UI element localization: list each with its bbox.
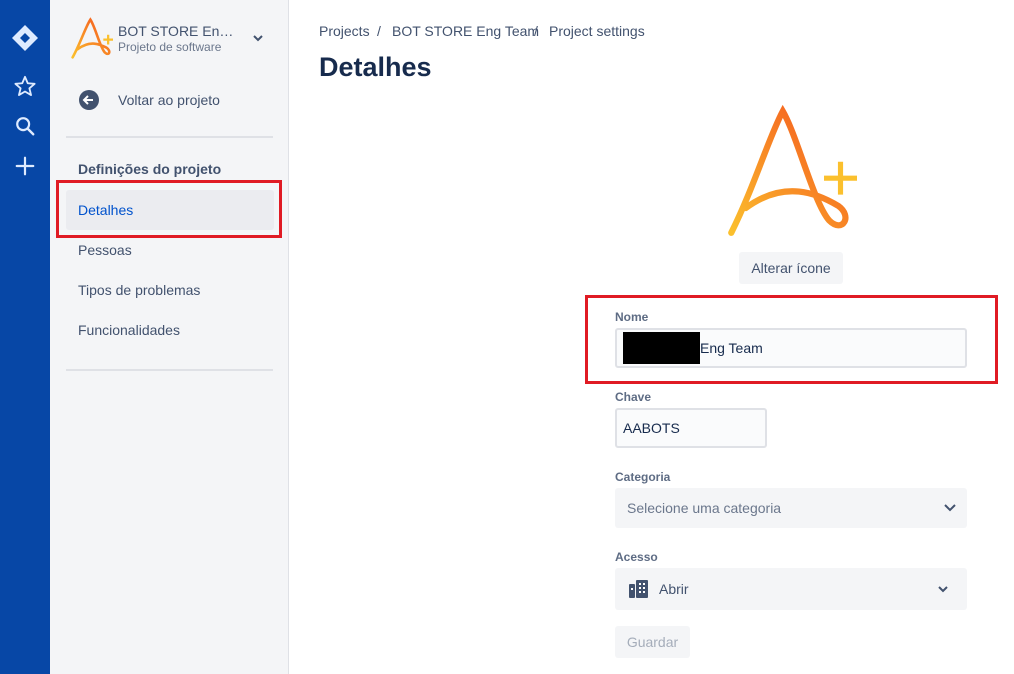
project-avatar[interactable] <box>70 17 114 59</box>
breadcrumb-separator: / <box>534 23 538 39</box>
project-icon <box>728 105 857 236</box>
project-name: BOT STORE En… <box>118 23 234 39</box>
chevron-down-icon <box>944 504 956 512</box>
breadcrumb-settings[interactable]: Project settings <box>549 23 645 39</box>
sidebar-item-funcionalidades[interactable]: Funcionalidades <box>66 310 274 350</box>
plus-icon[interactable] <box>5 150 45 182</box>
back-label: Voltar ao projeto <box>118 92 220 108</box>
divider <box>66 136 273 138</box>
category-select[interactable]: Selecione uma categoria <box>615 488 967 528</box>
redaction <box>623 332 700 364</box>
category-placeholder: Selecione uma categoria <box>627 500 782 516</box>
key-label: Chave <box>615 390 652 404</box>
access-value: Abrir <box>659 581 689 597</box>
breadcrumb-separator: / <box>377 23 381 39</box>
category-label: Categoria <box>615 470 671 484</box>
jira-logo-icon[interactable] <box>5 22 45 54</box>
global-nav <box>0 0 50 674</box>
back-to-project-link[interactable]: Voltar ao projeto <box>78 88 258 112</box>
section-title: Definições do projeto <box>78 161 222 177</box>
name-label: Nome <box>615 310 649 324</box>
save-button[interactable]: Guardar <box>615 626 690 658</box>
highlight-box <box>56 180 282 238</box>
page-title: Detalhes <box>319 52 432 82</box>
search-icon[interactable] <box>5 110 45 142</box>
star-icon[interactable] <box>5 70 45 102</box>
project-type: Projeto de software <box>118 40 222 54</box>
name-input[interactable]: Eng Team <box>615 328 967 368</box>
sidebar-item-tipos-de-problemas[interactable]: Tipos de problemas <box>66 270 274 310</box>
access-label: Acesso <box>615 550 658 564</box>
change-icon-button[interactable]: Alterar ícone <box>739 252 843 284</box>
divider <box>66 369 273 371</box>
breadcrumb-project[interactable]: BOT STORE Eng Team <box>392 23 539 39</box>
chevron-down-icon[interactable] <box>252 33 264 43</box>
chevron-down-icon <box>938 586 948 593</box>
access-select[interactable]: Abrir <box>615 568 967 610</box>
key-input[interactable]: AABOTS <box>615 408 767 448</box>
arrow-left-icon <box>79 90 99 110</box>
name-value: Eng Team <box>700 340 763 356</box>
breadcrumb-projects[interactable]: Projects <box>319 23 370 39</box>
project-sidebar: BOT STORE En… Projeto de software Voltar… <box>50 0 289 674</box>
building-icon <box>629 580 648 598</box>
